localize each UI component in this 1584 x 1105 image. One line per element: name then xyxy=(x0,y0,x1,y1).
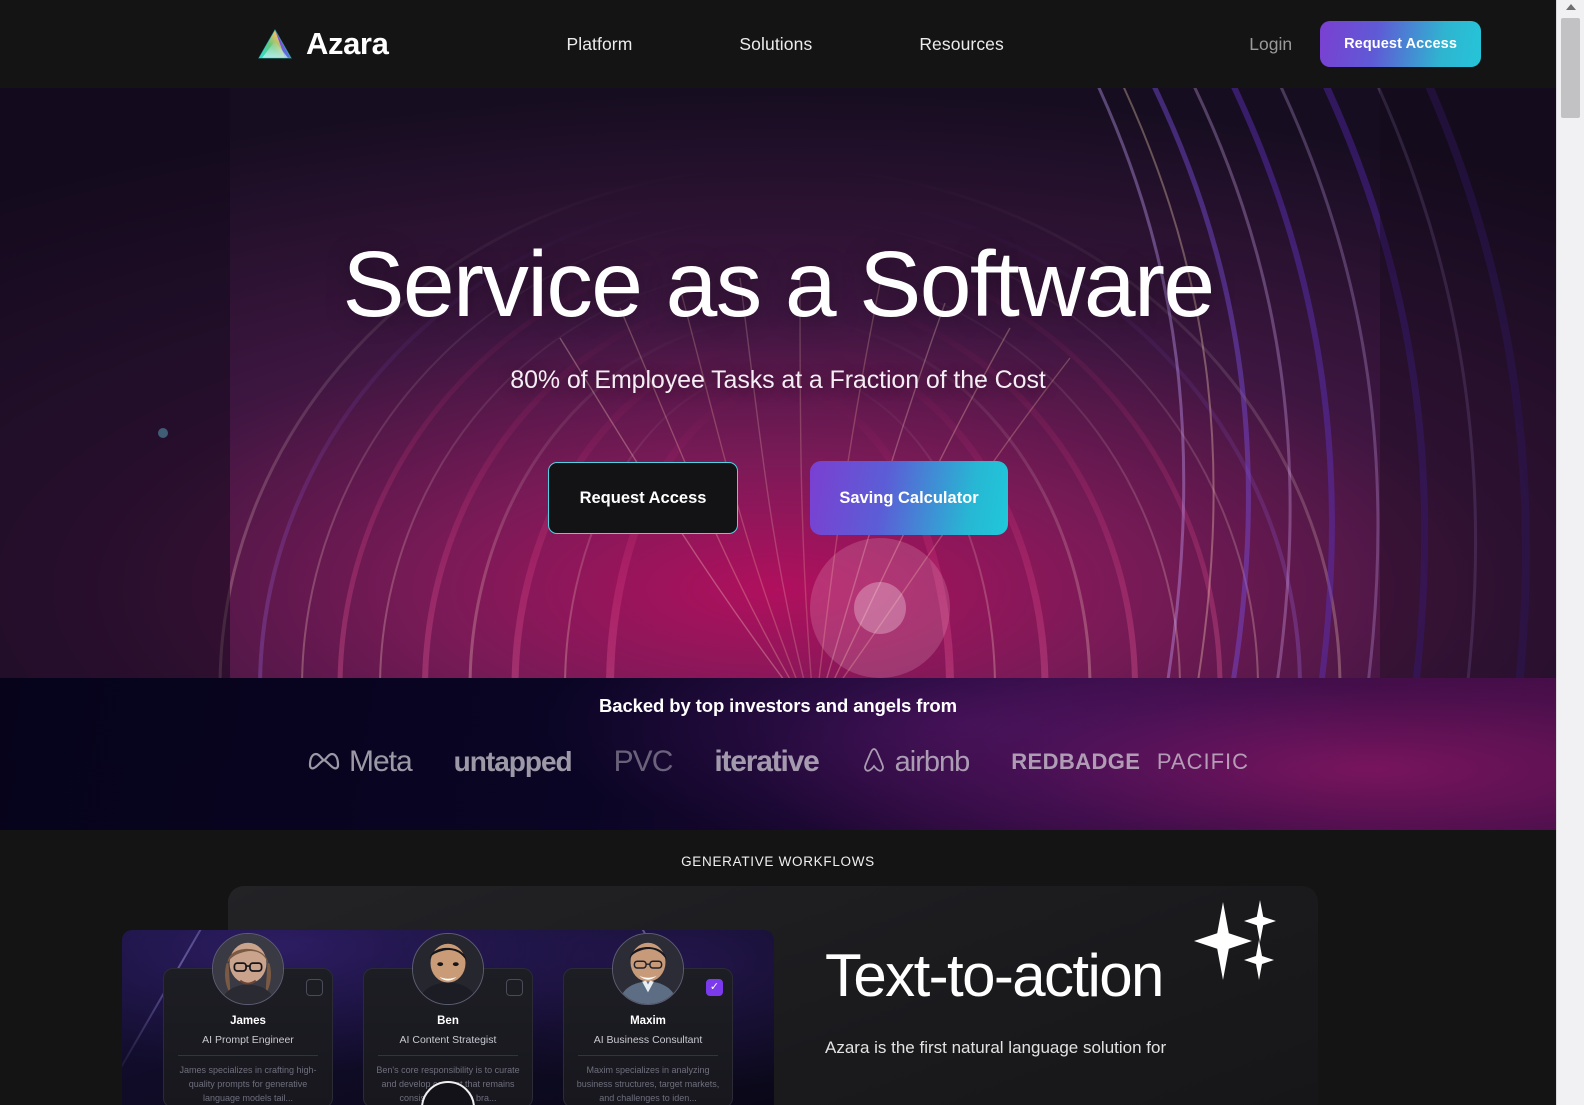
request-access-button-nav[interactable]: Request Access xyxy=(1320,21,1481,67)
investor-name-pvc: PVC xyxy=(613,745,674,778)
scroll-up-arrow-icon[interactable] xyxy=(1565,4,1576,10)
hero-section: Service as a Software 80% of Employee Ta… xyxy=(0,88,1556,678)
agent-description: James specializes in crafting high-quali… xyxy=(179,1065,317,1103)
nav-item-resources[interactable]: Resources xyxy=(919,34,1004,55)
agent-role: AI Content Strategist xyxy=(399,1034,497,1046)
nav-item-solutions[interactable]: Solutions xyxy=(739,34,812,55)
browser-scrollbar[interactable] xyxy=(1556,0,1584,1105)
avatar xyxy=(412,933,484,1005)
workflows-eyebrow: GENERATIVE WORKFLOWS xyxy=(681,854,875,869)
top-navigation-bar: Azara Platform Solutions Resources Login… xyxy=(0,0,1556,88)
nav-item-platform[interactable]: Platform xyxy=(566,34,632,55)
agents-preview-card: James AI Prompt Engineer James specializ… xyxy=(122,930,774,1105)
investors-title: Backed by top investors and angels from xyxy=(599,695,957,716)
investor-logo-iterative: iterative xyxy=(714,745,819,779)
sparkle-small-top xyxy=(1244,900,1276,942)
avatar xyxy=(612,933,684,1005)
agent-card[interactable]: ✓ Maxim AI Business Consultant Maxim spe… xyxy=(563,933,733,1105)
azara-prism-logo-icon xyxy=(258,28,292,60)
agent-select-checkbox[interactable] xyxy=(306,979,323,996)
agent-role: AI Business Consultant xyxy=(593,1034,703,1046)
generative-workflows-section: GENERATIVE WORKFLOWS Text-to-action Azar… xyxy=(0,830,1556,1105)
avatar xyxy=(212,933,284,1005)
agent-card[interactable]: James AI Prompt Engineer James specializ… xyxy=(163,933,333,1105)
airbnb-belo-icon xyxy=(861,746,887,779)
investor-name-pacific: PACIFIC xyxy=(1156,749,1250,774)
investor-name-iterative: iterative xyxy=(714,745,819,778)
brand-logo[interactable]: Azara xyxy=(258,26,389,62)
agent-card-list: James AI Prompt Engineer James specializ… xyxy=(122,930,774,1105)
workflows-paragraph: Azara is the first natural language solu… xyxy=(825,1038,1167,1057)
investor-name-redbadge: REDBADGE xyxy=(1011,749,1141,774)
hero-content: Service as a Software 80% of Employee Ta… xyxy=(0,88,1556,678)
hero-subtitle: 80% of Employee Tasks at a Fraction of t… xyxy=(510,366,1046,394)
scrollbar-thumb[interactable] xyxy=(1561,18,1580,118)
workflows-copy: Text-to-action Azara is the first natura… xyxy=(825,944,1285,1061)
request-access-button-hero[interactable]: Request Access xyxy=(548,462,738,534)
investor-logo-untapped: untapped xyxy=(453,746,573,778)
agent-select-checkbox[interactable] xyxy=(506,979,523,996)
nav-actions: Login Request Access xyxy=(1249,21,1481,67)
investor-logo-list: Meta untapped PVC iterative airbnb REDBA… xyxy=(0,745,1556,779)
agent-description: Maxim specializes in analyzing business … xyxy=(576,1065,720,1103)
hero-title: Service as a Software xyxy=(342,232,1216,336)
nav-links: Platform Solutions Resources xyxy=(566,34,1003,55)
meta-infinity-icon xyxy=(307,749,341,776)
hero-cta-group: Request Access Saving Calculator xyxy=(548,461,1008,535)
agent-role: AI Prompt Engineer xyxy=(202,1034,294,1046)
page-viewport: Azara Platform Solutions Resources Login… xyxy=(0,0,1556,1105)
agent-select-checkbox[interactable]: ✓ xyxy=(706,979,723,996)
brand-name: Azara xyxy=(306,26,389,61)
investor-logo-airbnb: airbnb xyxy=(861,746,970,779)
investor-name-meta: Meta xyxy=(348,745,413,778)
login-link[interactable]: Login xyxy=(1249,34,1292,55)
investor-logo-redbadge-pacific: REDBADGE PACIFIC xyxy=(1011,749,1249,775)
agent-name: James xyxy=(230,1015,266,1027)
agent-name: Ben xyxy=(437,1015,459,1027)
investor-name-airbnb: airbnb xyxy=(894,745,971,778)
investor-logo-meta: Meta xyxy=(307,745,413,779)
investor-name-untapped: untapped xyxy=(453,746,573,777)
agent-name: Maxim xyxy=(630,1015,666,1027)
investors-section: Backed by top investors and angels from … xyxy=(0,678,1556,830)
investor-logo-pvc: PVC xyxy=(613,745,674,779)
saving-calculator-button[interactable]: Saving Calculator xyxy=(810,461,1008,535)
workflows-heading: Text-to-action xyxy=(825,942,1164,1009)
